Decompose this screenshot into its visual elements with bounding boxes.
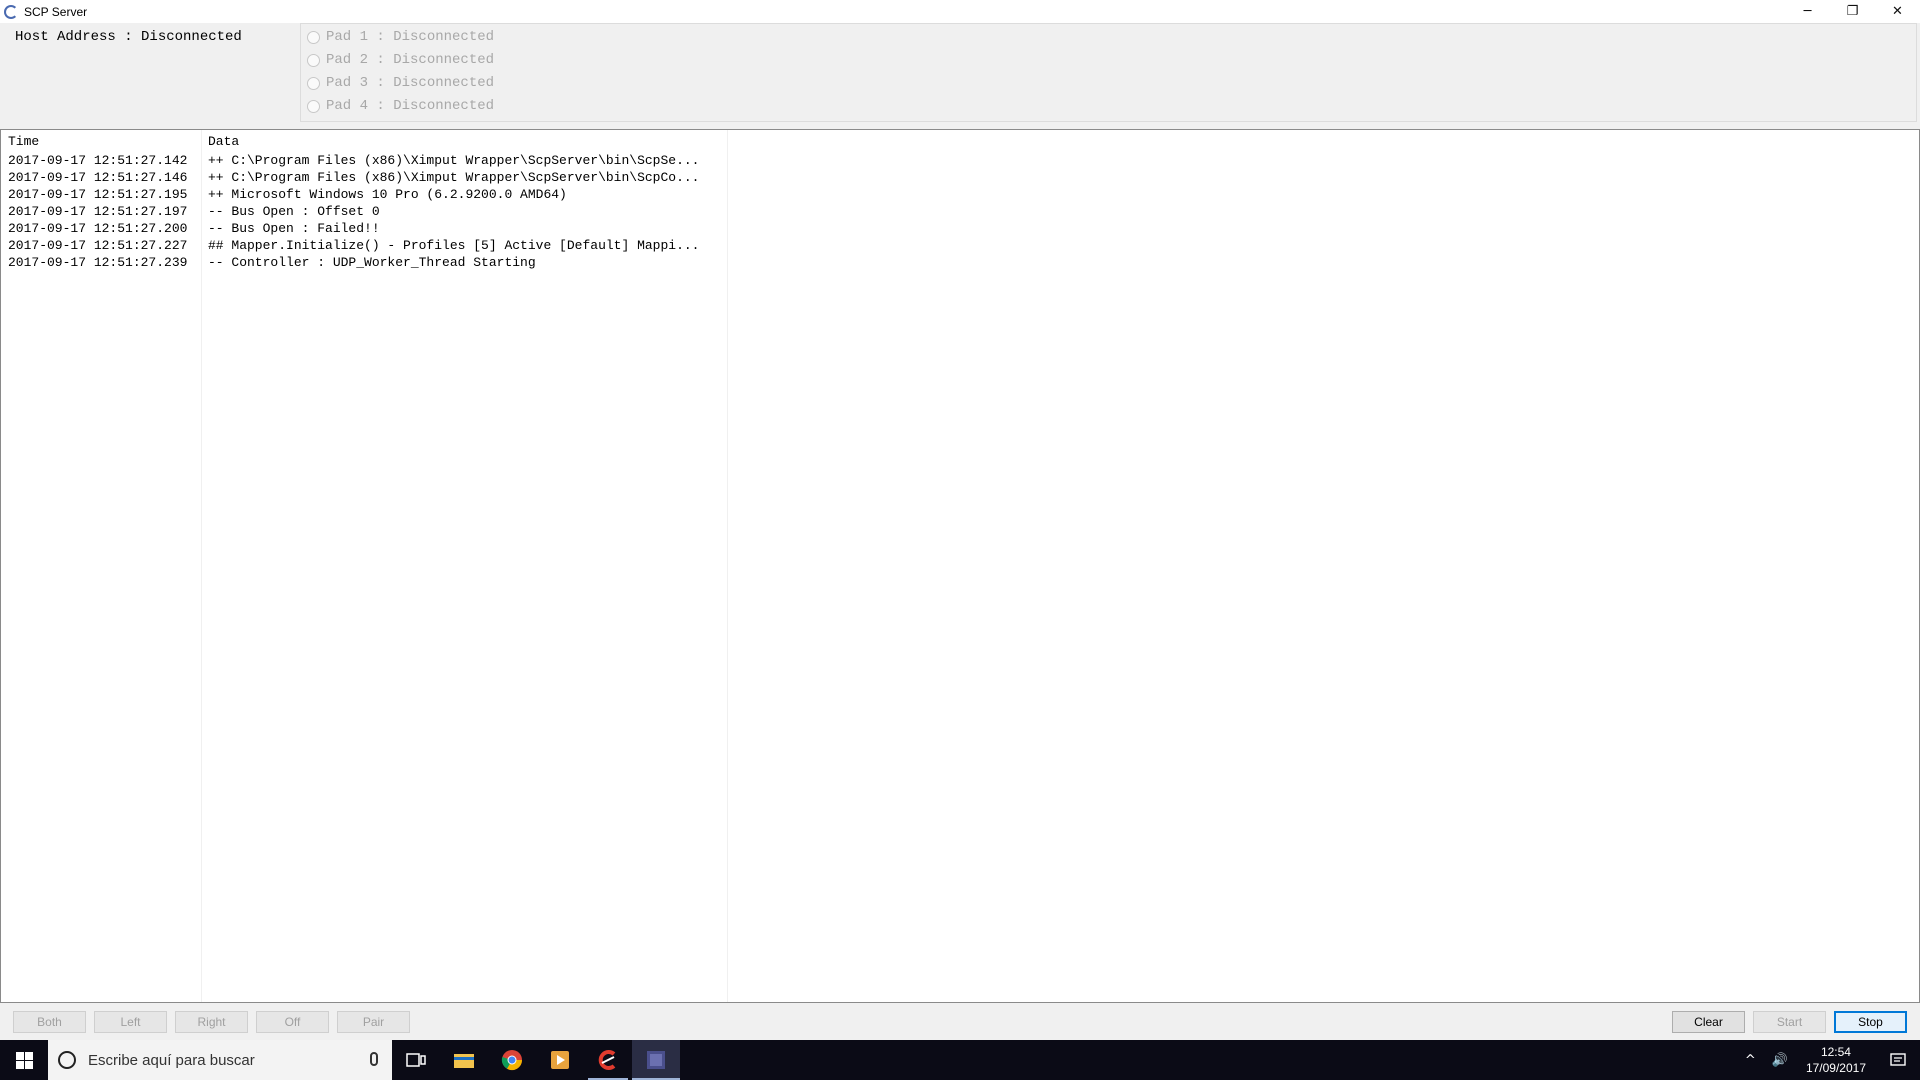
pad-2-label: Pad 2 : Disconnected: [326, 52, 495, 68]
restore-button[interactable]: ❐: [1830, 0, 1875, 23]
app-icon: [4, 4, 18, 19]
log-time: 2017-09-17 12:51:27.197: [8, 204, 188, 219]
microphone-icon[interactable]: [370, 1052, 378, 1066]
pad-4-label: Pad 4 : Disconnected: [326, 98, 495, 114]
task-view-button[interactable]: [392, 1040, 440, 1080]
search-placeholder: Escribe aquí para buscar: [88, 1051, 255, 1069]
task-view-icon: [406, 1053, 426, 1067]
log-list[interactable]: Time Data 2017-09-17 12:51:27.142 ++ C:\…: [0, 129, 1920, 1003]
log-data: ++ C:\Program Files (x86)\Ximput Wrapper…: [208, 170, 700, 185]
pad-2-radio[interactable]: [307, 53, 320, 67]
log-time: 2017-09-17 12:51:27.142: [8, 153, 188, 168]
close-button[interactable]: ✕: [1875, 0, 1920, 23]
volume-icon[interactable]: 🔊: [1764, 1053, 1796, 1068]
notification-icon: [1890, 1053, 1906, 1066]
log-time: 2017-09-17 12:51:27.239: [8, 255, 188, 270]
button-bar: Both Left Right Off Pair Clear Start Sto…: [0, 1003, 1920, 1040]
pad-4-radio[interactable]: [307, 99, 320, 113]
right-button[interactable]: Right: [175, 1011, 248, 1033]
pad-1-row: Pad 1 : Disconnected: [307, 27, 494, 47]
windows-logo-icon: [15, 1051, 33, 1069]
pad-2-row: Pad 2 : Disconnected: [307, 50, 494, 70]
status-panel: Host Address : Disconnected Pad 1 : Disc…: [0, 23, 1920, 125]
both-button[interactable]: Both: [13, 1011, 86, 1033]
file-explorer-button[interactable]: [440, 1040, 488, 1080]
ccleaner-button[interactable]: [584, 1040, 632, 1080]
column-header-time[interactable]: Time: [8, 134, 39, 149]
window-title: SCP Server: [24, 4, 88, 19]
pad-3-radio[interactable]: [307, 76, 320, 90]
clock-time: 12:54: [1820, 1045, 1851, 1059]
host-address-label: Host Address : Disconnected: [15, 29, 242, 45]
log-data: -- Controller : UDP_Worker_Thread Starti…: [208, 255, 536, 270]
log-data: ++ Microsoft Windows 10 Pro (6.2.9200.0 …: [208, 187, 567, 202]
chrome-icon: [501, 1050, 523, 1071]
pad-4-row: Pad 4 : Disconnected: [307, 96, 494, 116]
log-data: -- Bus Open : Failed!!: [208, 221, 380, 236]
pad-1-radio[interactable]: [307, 30, 320, 44]
cortana-icon: [58, 1051, 76, 1069]
start-button-windows[interactable]: [0, 1040, 48, 1080]
window-controls: ─ ❐ ✕: [1785, 0, 1920, 23]
chrome-button[interactable]: [488, 1040, 536, 1080]
pad-group: Pad 1 : Disconnected Pad 2 : Disconnecte…: [300, 23, 1917, 122]
off-button[interactable]: Off: [256, 1011, 329, 1033]
log-row[interactable]: 2017-09-17 12:51:27.227 ## Mapper.Initia…: [1, 238, 731, 255]
pad-3-label: Pad 3 : Disconnected: [326, 75, 495, 91]
log-time: 2017-09-17 12:51:27.227: [8, 238, 188, 253]
taskbar: Escribe aquí para buscar ^ 🔊 12:54 17/09…: [0, 1040, 1920, 1080]
pair-button[interactable]: Pair: [337, 1011, 410, 1033]
log-data: ++ C:\Program Files (x86)\Ximput Wrapper…: [208, 153, 700, 168]
log-row[interactable]: 2017-09-17 12:51:27.197 -- Bus Open : Of…: [1, 204, 731, 221]
left-button[interactable]: Left: [94, 1011, 167, 1033]
media-player-icon: [551, 1051, 569, 1069]
log-row[interactable]: 2017-09-17 12:51:27.200 -- Bus Open : Fa…: [1, 221, 731, 238]
folder-icon: [454, 1054, 474, 1068]
pad-3-row: Pad 3 : Disconnected: [307, 73, 494, 93]
media-player-button[interactable]: [536, 1040, 584, 1080]
clock-date: 17/09/2017: [1805, 1061, 1866, 1075]
scp-server-icon: [647, 1051, 665, 1069]
stop-button[interactable]: Stop: [1834, 1011, 1907, 1033]
log-row[interactable]: 2017-09-17 12:51:27.142 ++ C:\Program Fi…: [1, 153, 731, 170]
log-data: ## Mapper.Initialize() - Profiles [5] Ac…: [208, 238, 700, 253]
clear-button[interactable]: Clear: [1672, 1011, 1745, 1033]
log-time: 2017-09-17 12:51:27.200: [8, 221, 188, 236]
title-bar: SCP Server ─ ❐ ✕: [0, 0, 1920, 23]
action-center-icon[interactable]: [1876, 1052, 1920, 1068]
log-data: -- Bus Open : Offset 0: [208, 204, 380, 219]
ccleaner-icon: [598, 1050, 616, 1070]
log-row[interactable]: 2017-09-17 12:51:27.146 ++ C:\Program Fi…: [1, 170, 731, 187]
chevron-up-icon[interactable]: ^: [1737, 1053, 1764, 1068]
pad-1-label: Pad 1 : Disconnected: [326, 29, 495, 45]
log-row[interactable]: 2017-09-17 12:51:27.195 ++ Microsoft Win…: [1, 187, 731, 204]
taskbar-search[interactable]: Escribe aquí para buscar: [48, 1040, 392, 1080]
minimize-button[interactable]: ─: [1785, 0, 1830, 23]
log-time: 2017-09-17 12:51:27.146: [8, 170, 188, 185]
start-button[interactable]: Start: [1753, 1011, 1826, 1033]
log-time: 2017-09-17 12:51:27.195: [8, 187, 188, 202]
scp-server-taskbar-button[interactable]: [632, 1040, 680, 1080]
clock[interactable]: 12:54 17/09/2017: [1796, 1044, 1876, 1076]
system-tray: ^ 🔊 12:54 17/09/2017: [1737, 1040, 1920, 1080]
log-row[interactable]: 2017-09-17 12:51:27.239 -- Controller : …: [1, 255, 731, 272]
column-header-data[interactable]: Data: [208, 134, 239, 149]
